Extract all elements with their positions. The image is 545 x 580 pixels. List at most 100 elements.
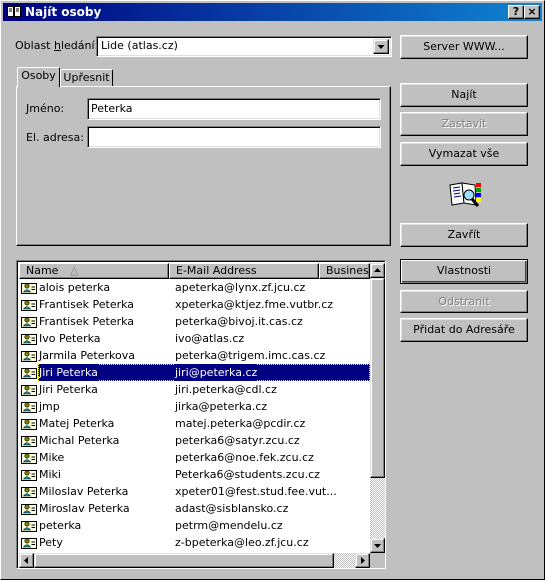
row-email: peterka@bivoj.it.cas.cz bbox=[175, 315, 303, 328]
table-row[interactable]: Jarmila Peterkova peterka@trigem.imc.cas.… bbox=[19, 347, 370, 364]
column-header-business[interactable]: Business bbox=[319, 263, 370, 279]
row-email: xpeter01@fest.stud.fee.vut... bbox=[175, 485, 337, 498]
row-email: peterka@trigem.imc.cas.cz bbox=[175, 349, 326, 362]
active-tab-joint bbox=[18, 85, 59, 87]
add-to-address-book-button[interactable]: Přidat do Adresáře bbox=[400, 318, 528, 342]
search-scope-value: Lide (atlas.cz) bbox=[101, 39, 178, 52]
table-row[interactable]: Miloslav Peterka xpeter01@fest.stud.fee.v… bbox=[19, 483, 370, 500]
sort-ascending-icon: △ bbox=[70, 264, 79, 277]
row-email: jirka@peterka.cz bbox=[175, 400, 268, 413]
results-list[interactable]: Name △ E-Mail Address Business alois pet… bbox=[16, 260, 386, 569]
row-email: peterka6@noe.fek.zcu.cz bbox=[175, 451, 314, 464]
results-header: Name △ E-Mail Address Business bbox=[19, 263, 370, 279]
contact-card-icon bbox=[21, 351, 37, 362]
column-header-name[interactable]: Name △ bbox=[19, 263, 169, 279]
row-name: jmp bbox=[39, 400, 60, 413]
row-name: Frantisek Peterka bbox=[39, 298, 135, 311]
title-bar[interactable]: Najít osoby ? × bbox=[3, 3, 542, 21]
properties-button[interactable]: Vlastnosti bbox=[400, 259, 528, 284]
row-name: Ivo Peterka bbox=[39, 332, 101, 345]
table-row[interactable]: Michal Peterka peterka6@satyr.zcu.cz bbox=[19, 432, 370, 449]
table-row[interactable]: Miroslav Peterka adast@sisblansko.cz bbox=[19, 500, 370, 517]
stop-button[interactable]: Zastavit bbox=[400, 112, 528, 136]
arrow-up-icon bbox=[374, 268, 381, 272]
table-row[interactable]: Frantisek Peterka xpeterka@ktjez.fme.vutb… bbox=[19, 296, 370, 313]
search-scope-dropdown[interactable]: Lide (atlas.cz) bbox=[96, 36, 392, 57]
column-header-email[interactable]: E-Mail Address bbox=[169, 263, 319, 279]
table-row[interactable]: Pety z-bpeterka@leo.zf.jcu.cz bbox=[19, 534, 370, 551]
search-book-icon bbox=[449, 182, 481, 207]
contact-card-icon bbox=[21, 334, 37, 345]
arrow-right-icon bbox=[361, 557, 365, 564]
row-email: peterka6@satyr.zcu.cz bbox=[175, 434, 300, 447]
name-label: Jméno: bbox=[26, 102, 65, 115]
scroll-right-button[interactable] bbox=[355, 553, 370, 568]
clear-all-button[interactable]: Vymazat vše bbox=[400, 142, 528, 166]
horizontal-scroll-thumb[interactable] bbox=[34, 553, 334, 568]
row-name: Jarmila Peterkova bbox=[39, 349, 135, 362]
contact-card-icon bbox=[21, 402, 37, 413]
scroll-up-button[interactable] bbox=[370, 263, 385, 278]
find-people-window: Najít osoby ? × Oblast hledání: Lide (at… bbox=[0, 0, 545, 580]
address-book-icon bbox=[7, 6, 21, 17]
contact-card-icon bbox=[21, 453, 37, 464]
row-email: petrm@mendelu.cz bbox=[175, 519, 283, 532]
scroll-corner bbox=[370, 553, 385, 568]
email-field[interactable] bbox=[87, 126, 381, 148]
vertical-scroll-thumb[interactable] bbox=[370, 278, 385, 478]
contact-card-icon bbox=[21, 368, 37, 379]
table-row[interactable]: alois peterka apeterka@lynx.zf.jcu.cz bbox=[19, 279, 370, 296]
row-name: alois peterka bbox=[39, 281, 111, 294]
table-row[interactable]: peterka petrm@mendelu.cz bbox=[19, 517, 370, 534]
contact-card-icon bbox=[21, 504, 37, 515]
delete-button[interactable]: Odstranit bbox=[400, 290, 528, 313]
row-email: xpeterka@ktjez.fme.vutbr.cz bbox=[175, 298, 334, 311]
close-window-button[interactable]: × bbox=[524, 5, 540, 19]
row-email: adast@sisblansko.cz bbox=[175, 502, 289, 515]
table-row[interactable]: Matej Peterka matej.peterka@pcdir.cz bbox=[19, 415, 370, 432]
server-www-button[interactable]: Server WWW... bbox=[400, 35, 528, 59]
contact-card-icon bbox=[21, 470, 37, 481]
row-name: Jiri Peterka bbox=[39, 364, 98, 381]
row-name: Miki bbox=[39, 468, 61, 481]
name-field[interactable]: Peterka bbox=[87, 98, 381, 120]
search-scope-label: Oblast hledání: bbox=[15, 39, 99, 52]
scroll-down-button[interactable] bbox=[370, 538, 385, 553]
row-email: Peterka6@students.zcu.cz bbox=[175, 468, 320, 481]
row-email: jiri@peterka.cz bbox=[175, 364, 258, 381]
row-name: Miroslav Peterka bbox=[39, 502, 130, 515]
email-label: El. adresa: bbox=[26, 131, 84, 144]
table-row[interactable]: jmp jirka@peterka.cz bbox=[19, 398, 370, 415]
table-row[interactable]: Mike peterka6@noe.fek.zcu.cz bbox=[19, 449, 370, 466]
row-name: Frantisek Peterka bbox=[39, 315, 135, 328]
help-button[interactable]: ? bbox=[508, 5, 524, 19]
table-row[interactable]: Miki Peterka6@students.zcu.cz bbox=[19, 466, 370, 483]
tab-osoby[interactable]: Osoby bbox=[17, 67, 60, 87]
table-row[interactable]: Ivo Peterka ivo@atlas.cz bbox=[19, 330, 370, 347]
contact-card-icon bbox=[21, 436, 37, 447]
row-name: Michal Peterka bbox=[39, 434, 120, 447]
row-name: Matej Peterka bbox=[39, 417, 115, 430]
contact-card-icon bbox=[21, 538, 37, 549]
table-row[interactable]: Jiri Peterka jiri@peterka.cz bbox=[19, 364, 370, 381]
contact-card-icon bbox=[21, 487, 37, 498]
arrow-down-icon bbox=[374, 544, 381, 548]
results-rows: alois peterka apeterka@lynx.zf.jcu.cz Fran… bbox=[19, 279, 370, 553]
row-email: jiri.peterka@cdl.cz bbox=[175, 383, 277, 396]
row-email: ivo@atlas.cz bbox=[175, 332, 245, 345]
tab-upresnit[interactable]: Upřesnit bbox=[60, 69, 113, 87]
table-row[interactable]: Jiri Peterka jiri.peterka@cdl.cz bbox=[19, 381, 370, 398]
contact-card-icon bbox=[21, 317, 37, 328]
chevron-down-icon bbox=[377, 45, 385, 49]
find-button[interactable]: Najít bbox=[400, 83, 528, 107]
row-name: Mike bbox=[39, 451, 65, 464]
row-name: Jiri Peterka bbox=[39, 383, 98, 396]
scroll-left-button[interactable] bbox=[19, 553, 34, 568]
close-button[interactable]: Zavřít bbox=[400, 223, 528, 247]
row-email: matej.peterka@pcdir.cz bbox=[175, 417, 306, 430]
table-row[interactable]: Frantisek Peterka peterka@bivoj.it.cas.cz bbox=[19, 313, 370, 330]
contact-card-icon bbox=[21, 521, 37, 532]
contact-card-icon bbox=[21, 385, 37, 396]
dropdown-arrow-button[interactable] bbox=[373, 39, 389, 54]
row-email: z-bpeterka@leo.zf.jcu.cz bbox=[175, 536, 309, 549]
